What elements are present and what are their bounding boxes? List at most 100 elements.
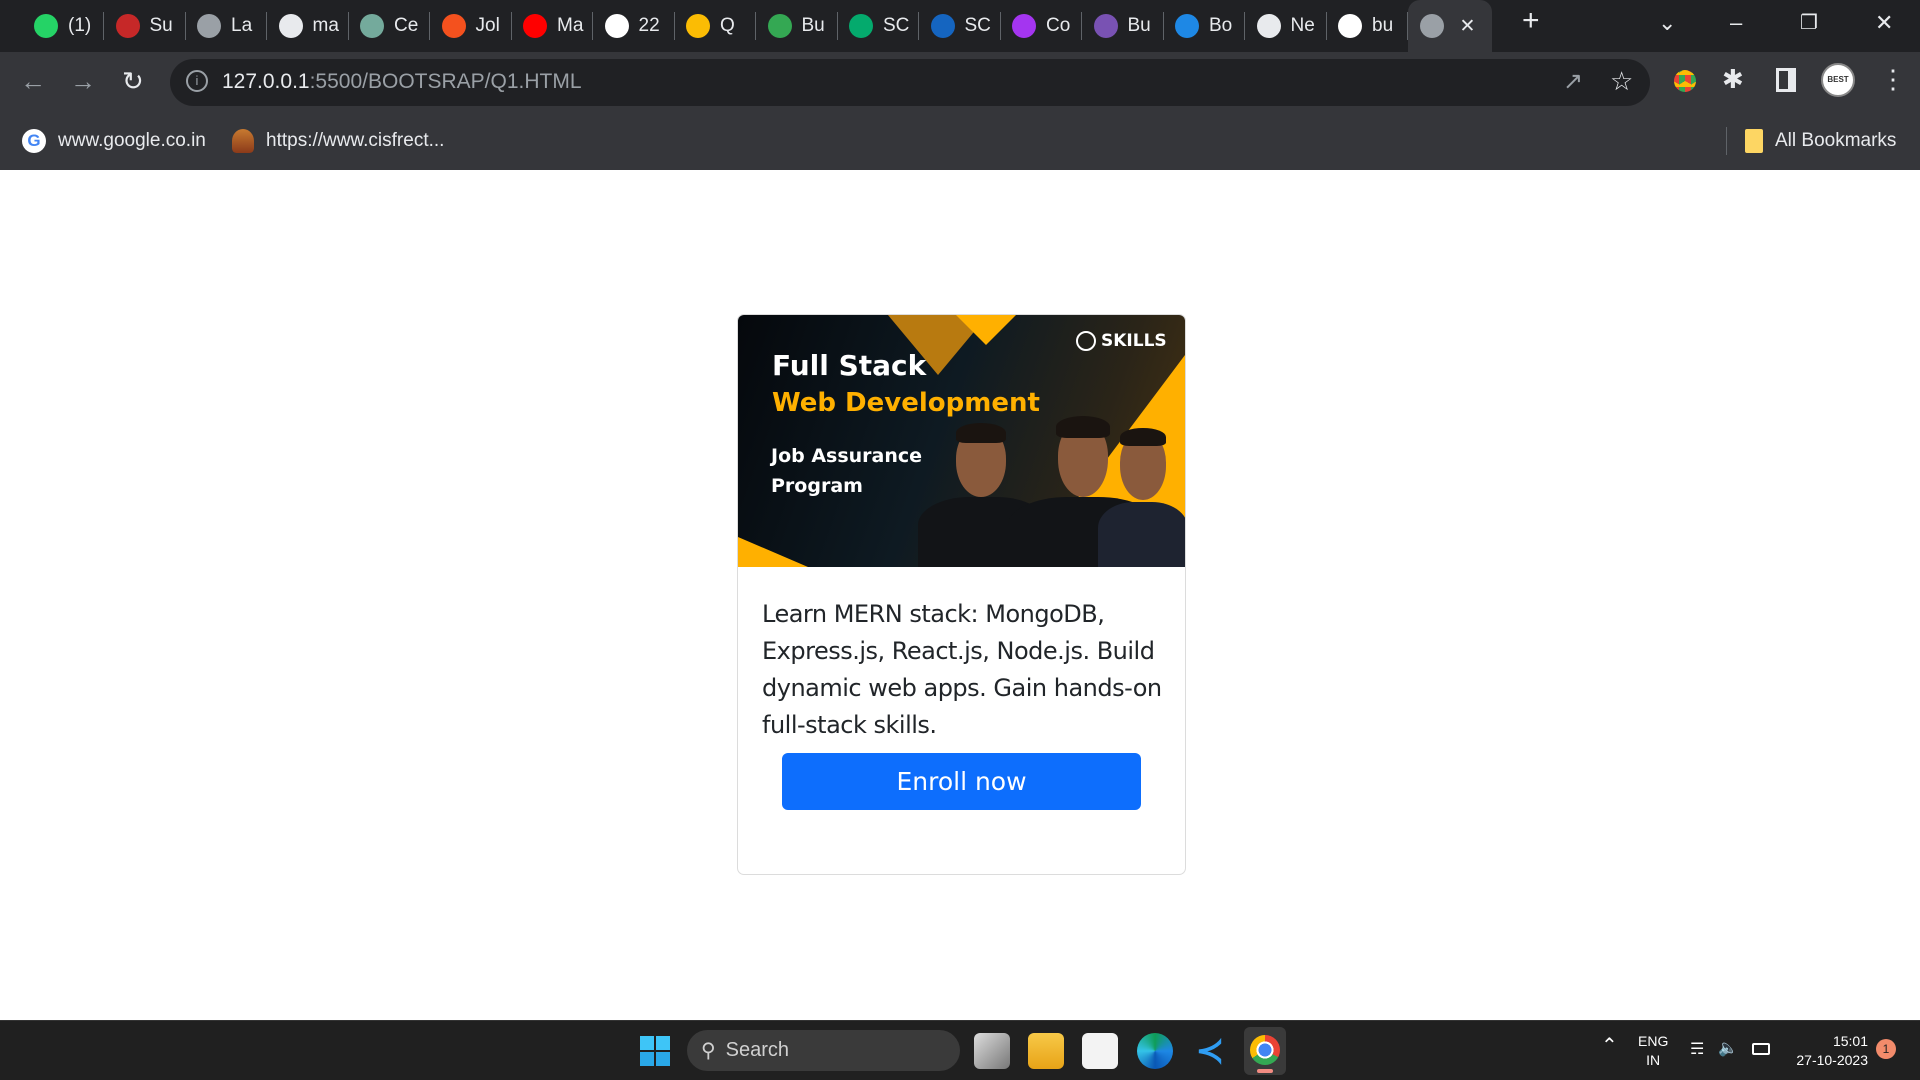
tab-active[interactable]: ✕ (1407, 0, 1492, 52)
pw-icon (604, 14, 629, 38)
whatsapp-icon (34, 14, 58, 38)
notification-badge[interactable]: 1 (1876, 1039, 1896, 1059)
tab[interactable]: Ce (348, 8, 430, 44)
banner-text: Job Assurance (771, 445, 923, 467)
tab-title: Jol (475, 15, 500, 36)
course-description: Learn MERN stack: MongoDB, Express.js, R… (762, 600, 1162, 739)
extensions-puzzle-icon[interactable]: ✱ (1722, 64, 1744, 95)
new-tab-button[interactable]: + (1522, 4, 1540, 38)
all-bookmarks-button[interactable]: All Bookmarks (1745, 129, 1896, 153)
menu-kebab-icon[interactable]: ⋮ (1880, 64, 1906, 95)
back-button[interactable]: ← (20, 66, 46, 97)
tab-title: 22 (638, 15, 660, 36)
microsoft-store-icon[interactable] (1082, 1033, 1118, 1069)
s-logo-icon (115, 14, 140, 38)
chrome-taskbar-icon[interactable] (1244, 1027, 1286, 1075)
tab-title: SC (883, 15, 910, 36)
profile-avatar[interactable]: BEST (1821, 63, 1855, 97)
show-hidden-icons-chevron[interactable]: ⌃ (1601, 1036, 1618, 1056)
battery-icon[interactable] (1752, 1043, 1770, 1055)
search-label: Search (725, 1039, 790, 1061)
reload-button[interactable]: ↻ (122, 66, 144, 97)
minimize-button[interactable]: – (1730, 10, 1742, 36)
vscode-icon[interactable]: ≺ (1192, 1033, 1228, 1069)
enroll-now-button[interactable]: Enroll now (782, 753, 1141, 810)
edge-icon[interactable] (1137, 1033, 1173, 1069)
windows-taskbar: ⚲ Search ≺ ⌃ ENG IN ☴ 🔈 15:01 27-10-2023 1 (0, 1020, 1920, 1080)
w3schools-icon (849, 14, 873, 38)
tab-title: Ma (557, 15, 584, 36)
instructor-photo (1098, 428, 1185, 567)
bookmark-cisf[interactable]: https://www.cisfrect... (232, 129, 444, 153)
bookmark-star-icon[interactable]: ☆ (1610, 66, 1633, 97)
tab[interactable]: ma (267, 8, 349, 44)
all-bookmarks-label: All Bookmarks (1775, 130, 1897, 151)
google-drive-icon (686, 14, 710, 38)
forward-button[interactable]: → (70, 66, 96, 97)
close-tab-icon[interactable]: ✕ (1460, 15, 1476, 38)
globe-icon (1419, 14, 1444, 38)
language-indicator[interactable]: ENG IN (1638, 1032, 1668, 1070)
url-host: 127.0.0.1 (222, 70, 310, 93)
windows-start-icon[interactable] (637, 1033, 673, 1069)
chatgpt-icon (360, 14, 384, 38)
tab-title: La (231, 15, 253, 36)
course-banner-image: Full Stack Web Development Job Assurance… (738, 315, 1185, 567)
tab[interactable]: Bo (1163, 8, 1245, 44)
tab[interactable]: 22 (593, 8, 675, 44)
wifi-icon[interactable]: ☴ (1690, 1040, 1704, 1059)
side-panel-icon[interactable] (1776, 68, 1796, 92)
tab[interactable]: Ma (511, 8, 593, 44)
youtube-icon (523, 14, 547, 38)
tab-title: Su (149, 15, 173, 36)
globe-icon (197, 14, 221, 38)
task-view-icon[interactable] (974, 1033, 1010, 1069)
file-explorer-icon[interactable] (1028, 1033, 1064, 1069)
tab[interactable]: SC (837, 8, 919, 44)
tab[interactable]: SC (919, 8, 1001, 44)
tab[interactable]: Jol (430, 8, 512, 44)
tab-title: bu (1372, 15, 1394, 36)
tab[interactable]: La (185, 8, 267, 44)
tab-title: ma (312, 15, 339, 36)
bookmark-google[interactable]: G www.google.co.in (22, 129, 206, 153)
tab-title: Bu (1127, 15, 1151, 36)
tab[interactable]: Bu (756, 8, 838, 44)
tab-strip: ⌄ – ❐ ✕ (1) Su La ma Ce Jol Ma 22 Q Bu SC SC Co Bu Bo N… (0, 0, 1920, 52)
restore-button[interactable]: ❐ (1800, 10, 1818, 35)
tab-title: Q (720, 15, 735, 36)
google-icon (1338, 14, 1362, 38)
tab-title: Ne (1290, 15, 1315, 36)
tab[interactable]: Co (1000, 8, 1082, 44)
sql-icon (930, 14, 955, 38)
tab-search-chevron-icon[interactable]: ⌄ (1658, 10, 1676, 36)
skills-logo: SKILLS (1076, 331, 1167, 351)
address-bar[interactable]: i 127.0.0.1:5500/BOOTSRAP/Q1.HTML ↗ ☆ (170, 59, 1650, 106)
taskbar-search[interactable]: ⚲ Search (687, 1030, 960, 1071)
cisf-emblem-icon (232, 129, 254, 153)
tab[interactable]: Q (674, 8, 756, 44)
tab[interactable]: Bu (1082, 8, 1164, 44)
tab-title: (1) (68, 15, 92, 36)
google-icon: G (22, 129, 46, 153)
volume-icon[interactable]: 🔈 (1718, 1039, 1738, 1058)
chrome-extension-icon[interactable] (1674, 70, 1696, 92)
github-icon (278, 14, 303, 38)
close-window-button[interactable]: ✕ (1875, 10, 1893, 36)
tab[interactable]: (1) (22, 8, 104, 44)
tab[interactable]: Su (104, 8, 186, 44)
chrome-icon (1256, 14, 1281, 38)
udemy-icon (1012, 14, 1036, 38)
share-icon[interactable]: ↗ (1563, 67, 1583, 96)
clock[interactable]: 15:01 27-10-2023 (1786, 1032, 1868, 1070)
tab-title: SC (964, 15, 991, 36)
banner-title: Full Stack (772, 349, 927, 382)
site-info-icon[interactable]: i (186, 70, 208, 92)
banner-subtitle: Web Development (772, 388, 1040, 418)
tab-title: Bo (1209, 15, 1233, 36)
search-icon: ⚲ (701, 1040, 716, 1062)
tab[interactable]: Ne (1245, 8, 1327, 44)
tab-title: Ce (394, 15, 419, 36)
tab[interactable]: bu (1326, 8, 1408, 44)
divider (1726, 127, 1727, 155)
